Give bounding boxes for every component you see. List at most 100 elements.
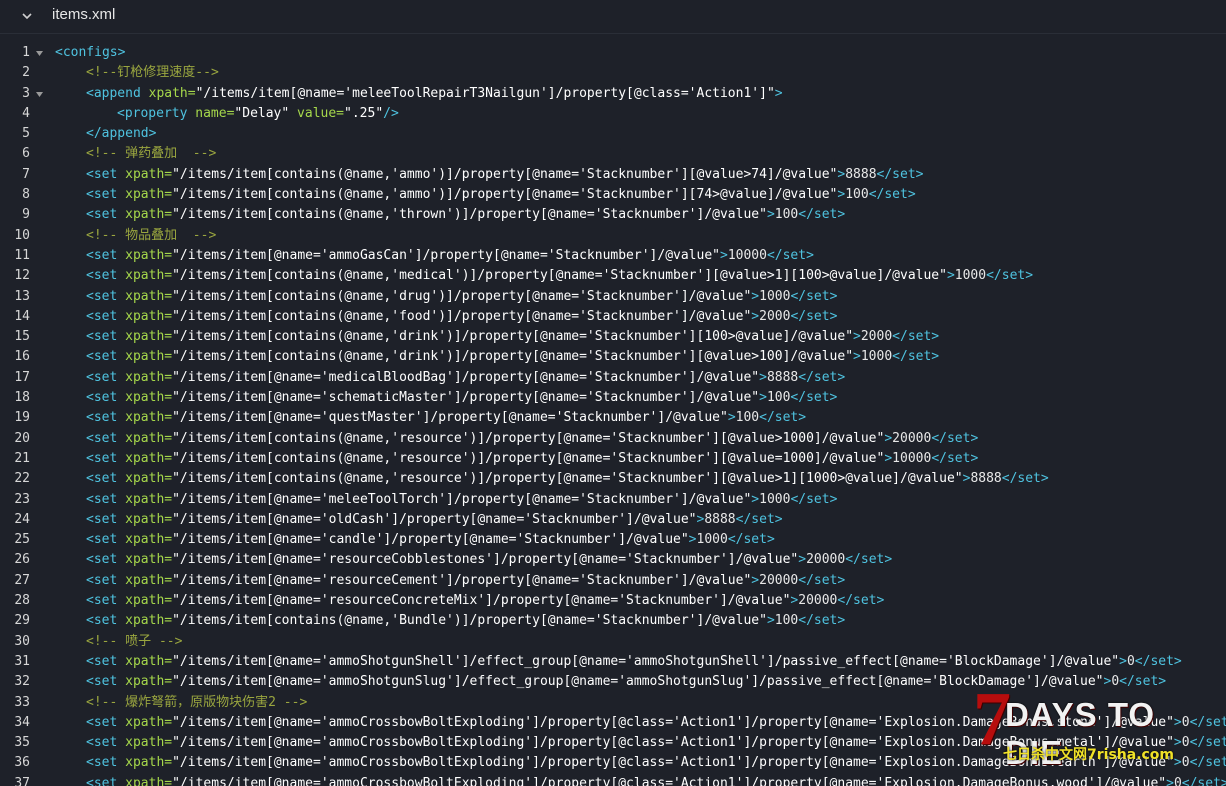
token-attr: xpath= <box>125 714 173 730</box>
line-number: 14 <box>14 308 30 324</box>
token-attr: xpath= <box>125 187 173 203</box>
token-txt: 8888 <box>970 471 1002 487</box>
token-tag: </set> <box>892 329 940 345</box>
line-number: 6 <box>22 146 30 162</box>
logo-subtitle: 七日杀中文网7risha.com <box>1003 747 1175 763</box>
token-txt: 100 <box>774 613 799 629</box>
code-line[interactable]: 23 <set xpath="/items/item[@name='meleeTo… <box>0 490 1226 510</box>
code-line[interactable]: 26 <set xpath="/items/item[@name='resourc… <box>0 550 1226 570</box>
fold-triangle-icon[interactable] <box>35 49 44 58</box>
code-line[interactable]: 4 <property name="Delay" value=".25"/> <box>0 104 1226 124</box>
watermark-logo: 7 DAYS TO DIE 七日杀中文网7risha.com <box>973 677 1220 771</box>
token-comment: <!--钉枪修理速度--> <box>86 65 219 81</box>
fold-triangle-icon[interactable] <box>35 90 44 99</box>
token-tag: </set> <box>1001 471 1049 487</box>
token-tag: <set <box>86 532 126 548</box>
code-line[interactable]: 21 <set xpath="/items/item[contains(@name… <box>0 449 1226 469</box>
token-tag: </set> <box>868 187 916 203</box>
code-line[interactable]: 1 <configs> <box>0 43 1226 63</box>
token-txt: 100 <box>735 410 760 426</box>
line-number: 15 <box>14 329 30 345</box>
token-tag: </set> <box>876 166 924 182</box>
token-str: "/items/item[contains(@name,'food')]/pro… <box>172 308 752 324</box>
code-line[interactable]: 11 <set xpath="/items/item[@name='ammoGas… <box>0 246 1226 266</box>
token-tag: <set <box>86 369 126 385</box>
code-text: <set xpath="/items/item[contains(@name,'… <box>86 205 845 225</box>
code-line[interactable]: 37 <set xpath="/items/item[@name='ammoCro… <box>0 774 1226 786</box>
token-txt: 1000 <box>860 349 893 365</box>
token-txt: 100 <box>774 207 799 223</box>
code-line[interactable]: 14 <set xpath="/items/item[contains(@name… <box>0 307 1226 327</box>
code-line[interactable]: 12 <set xpath="/items/item[contains(@name… <box>0 266 1226 286</box>
line-number: 22 <box>14 471 30 487</box>
token-str: ".25" <box>344 105 384 121</box>
code-line[interactable]: 28 <set xpath="/items/item[@name='resourc… <box>0 591 1226 611</box>
code-line[interactable]: 16 <set xpath="/items/item[contains(@name… <box>0 347 1226 367</box>
code-line[interactable]: 19 <set xpath="/items/item[@name='questMa… <box>0 408 1226 428</box>
token-tag: </set> <box>1134 653 1182 669</box>
token-attr: xpath= <box>125 471 173 487</box>
code-line[interactable]: 18 <set xpath="/items/item[@name='schemat… <box>0 388 1226 408</box>
code-line[interactable]: 2 <!--钉枪修理速度--> <box>0 63 1226 83</box>
line-number: 35 <box>14 735 30 751</box>
code-editor[interactable]: 1 <configs> 2 <!--钉枪修理速度--> 3 <append xpath="… <box>0 43 1226 786</box>
token-str: "Delay" <box>234 105 298 121</box>
code-text: <set xpath="/items/item[contains(@name,'… <box>86 165 924 185</box>
line-number: 25 <box>14 532 30 548</box>
token-tag: > <box>774 85 783 101</box>
token-str: "/items/item[@name='oldCash']/property[@… <box>172 511 697 527</box>
token-tag: </set> <box>1181 775 1226 786</box>
token-txt: 20000 <box>892 430 932 446</box>
token-tag: <set <box>86 552 126 568</box>
token-attr: xpath= <box>125 674 173 690</box>
line-number: 16 <box>14 349 30 365</box>
line-number: 31 <box>14 653 30 669</box>
token-tag: > <box>766 613 775 629</box>
token-txt: 0 <box>1126 653 1135 669</box>
code-line[interactable]: 6 <!-- 弹药叠加 --> <box>0 144 1226 164</box>
code-line[interactable]: 7 <set xpath="/items/item[contains(@name,… <box>0 165 1226 185</box>
line-number: 1 <box>22 45 30 60</box>
token-tag: > <box>884 450 893 466</box>
token-tag: > <box>946 268 955 284</box>
code-text: <!-- 物品叠加 --> <box>86 226 216 246</box>
code-line[interactable]: 10 <!-- 物品叠加 --> <box>0 226 1226 246</box>
code-line[interactable]: 30 <!-- 喷子 --> <box>0 632 1226 652</box>
code-line[interactable]: 13 <set xpath="/items/item[contains(@name… <box>0 287 1226 307</box>
code-line[interactable]: 8 <set xpath="/items/item[contains(@name,… <box>0 185 1226 205</box>
token-attr: xpath= <box>125 572 173 588</box>
token-tag: </set> <box>798 207 846 223</box>
code-line[interactable]: 29 <set xpath="/items/item[contains(@name… <box>0 611 1226 631</box>
chevron-down-icon[interactable] <box>20 9 34 23</box>
token-txt: 2000 <box>759 308 791 324</box>
code-line[interactable]: 3 <append xpath="/items/item[@name='melee… <box>0 84 1226 104</box>
code-line[interactable]: 27 <set xpath="/items/item[@name='resourc… <box>0 571 1226 591</box>
code-line[interactable]: 20 <set xpath="/items/item[contains(@name… <box>0 429 1226 449</box>
token-tag: > <box>766 207 775 223</box>
token-tag: </set> <box>798 613 846 629</box>
token-txt: 1000 <box>954 268 987 284</box>
code-line[interactable]: 5 </append> <box>0 124 1226 144</box>
code-line[interactable]: 24 <set xpath="/items/item[@name='oldCash… <box>0 510 1226 530</box>
code-line[interactable]: 22 <set xpath="/items/item[contains(@name… <box>0 469 1226 489</box>
line-number: 34 <box>14 714 30 730</box>
file-name[interactable]: items.xml <box>52 6 115 23</box>
code-text: <set xpath="/items/item[contains(@name,'… <box>86 347 939 367</box>
code-line[interactable]: 25 <set xpath="/items/item[@name='candle'… <box>0 530 1226 550</box>
code-line[interactable]: 15 <set xpath="/items/item[contains(@name… <box>0 327 1226 347</box>
code-line[interactable]: 31 <set xpath="/items/item[@name='ammoSho… <box>0 652 1226 672</box>
code-text: <set xpath="/items/item[@name='resourceC… <box>86 571 845 591</box>
token-attr: xpath= <box>125 247 173 263</box>
token-txt: 0 <box>1173 775 1182 786</box>
code-line[interactable]: 17 <set xpath="/items/item[@name='medical… <box>0 368 1226 388</box>
code-line[interactable]: 9 <set xpath="/items/item[contains(@name,… <box>0 205 1226 225</box>
token-attr: xpath= <box>125 593 173 609</box>
token-str: "/items/item[contains(@name,'drink')]/pr… <box>172 349 854 365</box>
code-text: <set xpath="/items/item[@name='resourceC… <box>86 591 884 611</box>
line-number: 21 <box>14 450 30 466</box>
token-comment: <!-- 弹药叠加 --> <box>86 146 217 162</box>
code-text: <set xpath="/items/item[@name='ammoShotg… <box>86 652 1182 672</box>
token-tag: > <box>751 491 760 507</box>
line-number: 12 <box>14 268 30 284</box>
token-txt: 100 <box>845 187 869 203</box>
